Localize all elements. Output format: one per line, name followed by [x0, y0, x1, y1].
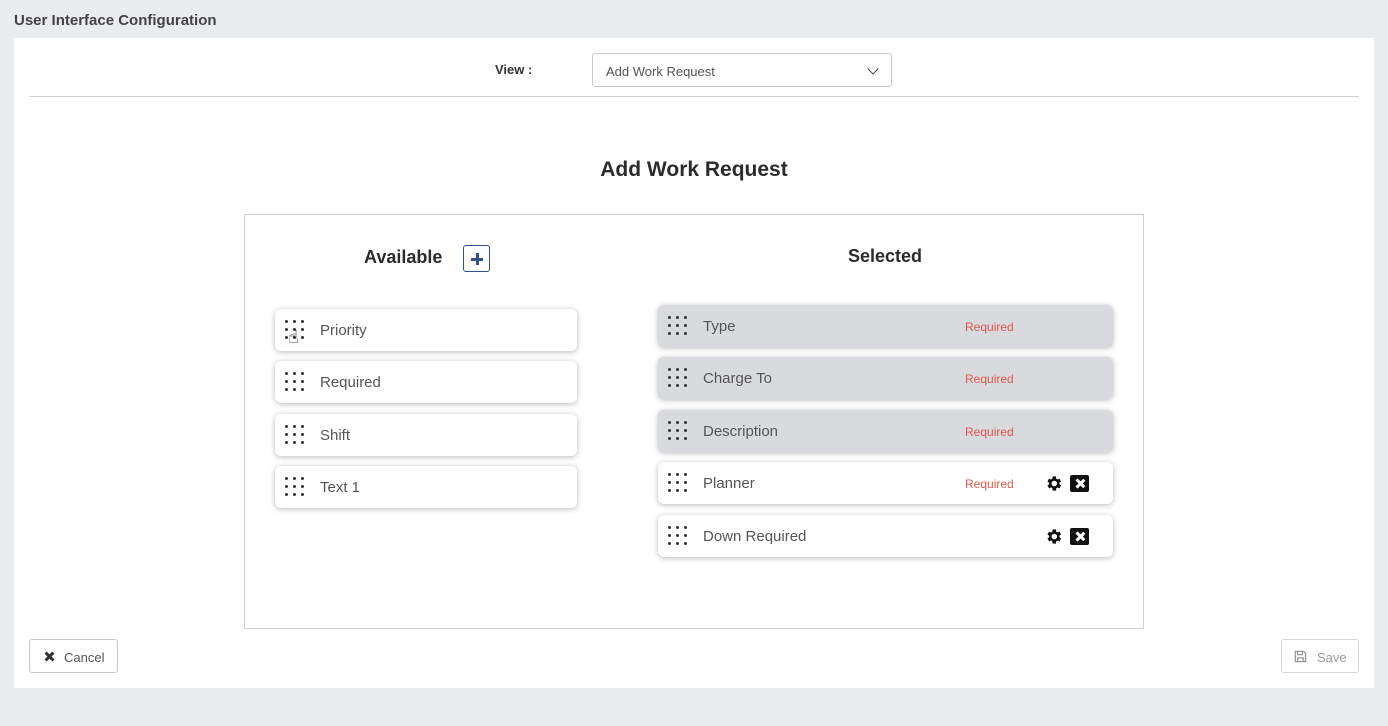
- available-title: Available: [364, 247, 443, 267]
- gear-icon[interactable]: [1044, 474, 1063, 493]
- save-button[interactable]: Save: [1281, 639, 1359, 673]
- config-panel: View : Add Work Request Add Work Request…: [14, 38, 1374, 688]
- required-badge: Required: [965, 372, 1014, 386]
- required-badge: Required: [965, 477, 1014, 491]
- field-label: Down Required: [703, 528, 807, 545]
- drag-handle-icon[interactable]: [285, 372, 304, 391]
- remove-icon[interactable]: [1070, 528, 1089, 545]
- selected-field[interactable]: Planner Required: [658, 462, 1113, 504]
- field-label: Charge To: [703, 370, 772, 387]
- available-field[interactable]: Text 1: [275, 466, 577, 508]
- view-select[interactable]: Add Work Request: [592, 53, 892, 87]
- selected-title: Selected: [848, 246, 923, 266]
- drag-handle-icon[interactable]: [668, 421, 687, 440]
- close-icon: [44, 651, 55, 662]
- field-label: Priority: [320, 322, 367, 339]
- drag-handle-icon[interactable]: [668, 316, 687, 335]
- available-field[interactable]: Shift: [275, 414, 577, 456]
- selected-field-locked[interactable]: Description Required: [658, 410, 1113, 452]
- available-field[interactable]: ☝ Priority: [275, 309, 577, 351]
- gear-icon[interactable]: [1044, 527, 1063, 546]
- page-title: User Interface Configuration: [14, 12, 217, 29]
- view-select-value: Add Work Request: [606, 64, 715, 79]
- field-label: Required: [320, 374, 381, 391]
- floppy-disk-icon: [1294, 650, 1307, 663]
- hand-cursor-icon: ☝: [288, 327, 299, 347]
- drag-handle-icon[interactable]: [285, 477, 304, 496]
- drag-handle-icon[interactable]: [668, 368, 687, 387]
- field-label: Type: [703, 318, 736, 335]
- cancel-button[interactable]: Cancel: [29, 639, 118, 673]
- drag-handle-icon[interactable]: [668, 473, 687, 492]
- view-row: View : Add Work Request: [14, 38, 1374, 97]
- divider: [29, 96, 1359, 97]
- chevron-down-icon: [867, 63, 879, 75]
- required-badge: Required: [965, 425, 1014, 439]
- field-label: Description: [703, 423, 779, 440]
- available-field[interactable]: Required: [275, 361, 577, 403]
- drag-handle-icon[interactable]: [668, 526, 687, 545]
- add-field-button[interactable]: [463, 245, 490, 272]
- selected-field[interactable]: Down Required: [658, 515, 1113, 557]
- required-badge: Required: [965, 320, 1014, 334]
- remove-icon[interactable]: [1070, 475, 1089, 492]
- field-label: Text 1: [320, 479, 361, 496]
- selected-field-locked[interactable]: Type Required: [658, 305, 1113, 347]
- form-heading: Add Work Request: [600, 158, 788, 181]
- drag-handle-icon[interactable]: [285, 425, 304, 444]
- field-configurator: Available Selected ☝ Priority Required S…: [244, 214, 1144, 629]
- view-label: View :: [495, 62, 533, 77]
- cancel-label: Cancel: [64, 650, 105, 665]
- field-label: Planner: [703, 475, 755, 492]
- selected-field-locked[interactable]: Charge To Required: [658, 357, 1113, 399]
- field-label: Shift: [320, 427, 351, 444]
- save-label: Save: [1317, 650, 1347, 665]
